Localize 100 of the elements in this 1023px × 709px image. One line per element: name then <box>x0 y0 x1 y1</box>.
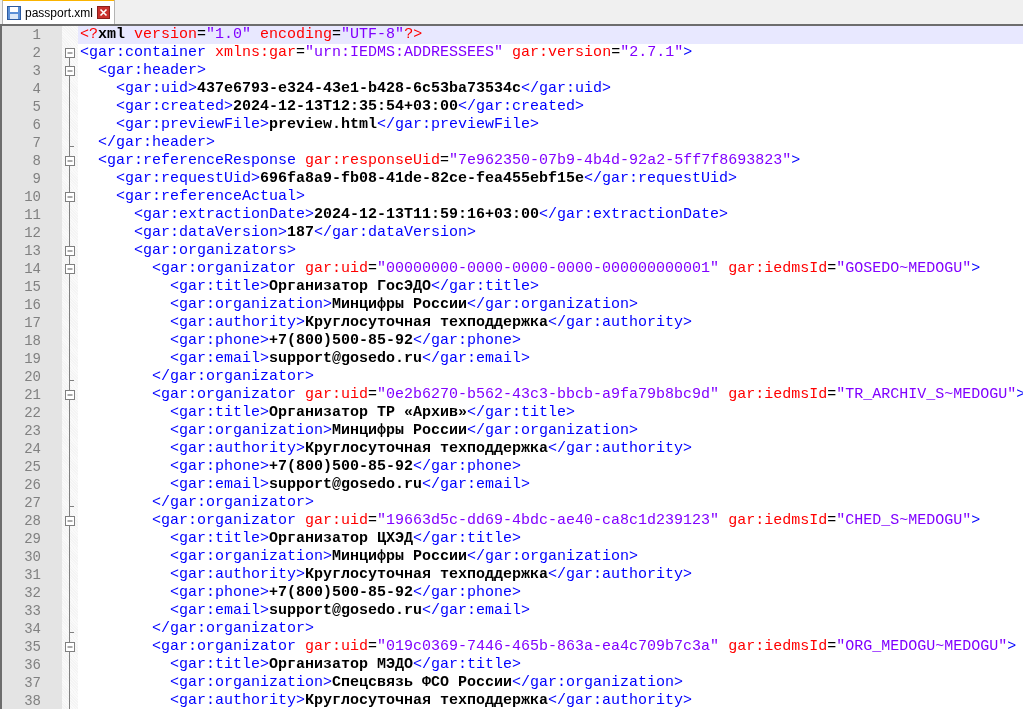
line-number: 3 <box>2 62 62 80</box>
code-line: <gar:referenceActual> <box>116 188 306 206</box>
line-number: 27 <box>2 494 62 512</box>
code-line: <gar:title>Организатор ЦХЭД</gar:title> <box>170 530 522 548</box>
line-number: 20 <box>2 368 62 386</box>
fold-margin <box>62 692 78 709</box>
line-number: 17 <box>2 314 62 332</box>
code-line: <gar:email>support@gosedo.ru</gar:email> <box>170 476 531 494</box>
fold-margin <box>62 224 78 242</box>
fold-margin <box>62 296 78 314</box>
code-line: <gar:email>support@gosedo.ru</gar:email> <box>170 602 531 620</box>
fold-margin <box>62 134 78 152</box>
collapse-icon[interactable] <box>65 390 75 400</box>
line-number: 7 <box>2 134 62 152</box>
code-line: <gar:header> <box>98 62 207 80</box>
fold-margin <box>62 368 78 386</box>
line-number: 37 <box>2 674 62 692</box>
collapse-icon[interactable] <box>65 264 75 274</box>
code-line: <gar:phone>+7(800)500-85-92</gar:phone> <box>170 458 522 476</box>
code-line: <gar:referenceResponse gar:responseUid="7e962350-07b9-4b4d-92a2-5ff7f8693823"> <box>98 152 801 170</box>
line-number: 14 <box>2 260 62 278</box>
fold-margin <box>62 440 78 458</box>
line-number: 8 <box>2 152 62 170</box>
line-number: 35 <box>2 638 62 656</box>
collapse-icon[interactable] <box>65 48 75 58</box>
line-number: 26 <box>2 476 62 494</box>
code-line: <gar:organizators> <box>134 242 297 260</box>
collapse-icon[interactable] <box>65 156 75 166</box>
fold-margin <box>62 494 78 512</box>
code-line: </gar:organizator> <box>152 494 315 512</box>
line-number: 15 <box>2 278 62 296</box>
line-number: 29 <box>2 530 62 548</box>
fold-margin <box>62 80 78 98</box>
code-line: <gar:created>2024-12-13T12:35:54+03:00</gar:created> <box>116 98 585 116</box>
line-number: 5 <box>2 98 62 116</box>
code-line: </gar:organizator> <box>152 368 315 386</box>
line-number: 38 <box>2 692 62 709</box>
code-line: <?xml version="1.0" encoding="UTF-8"?> <box>80 26 423 44</box>
code-line: <gar:title>Организатор МЭДО</gar:title> <box>170 656 522 674</box>
code-line: </gar:organizator> <box>152 620 315 638</box>
line-number: 31 <box>2 566 62 584</box>
code-line: <gar:phone>+7(800)500-85-92</gar:phone> <box>170 584 522 602</box>
fold-margin <box>62 332 78 350</box>
line-number: 13 <box>2 242 62 260</box>
file-tab[interactable]: passport.xml <box>2 0 116 24</box>
fold-margin <box>62 116 78 134</box>
code-line: <gar:organization>Минцифры России</gar:organization> <box>170 422 639 440</box>
code-line: <gar:organizator gar:uid="019c0369-7446-465b-863a-ea4c709b7c3a" gar:iedmsId="ORG_MEDOGU~MEDOGU"> <box>152 638 1017 656</box>
collapse-icon[interactable] <box>65 246 75 256</box>
fold-margin <box>62 314 78 332</box>
line-number: 36 <box>2 656 62 674</box>
code-line: <gar:uid>437e6793-e324-43e1-b428-6c53ba73534c</gar:uid> <box>116 80 612 98</box>
line-number: 11 <box>2 206 62 224</box>
code-line: <gar:requestUid>696fa8a9-fb08-41de-82ce-fea455ebf15e</gar:requestUid> <box>116 170 738 188</box>
fold-margin <box>62 458 78 476</box>
fold-margin <box>62 350 78 368</box>
close-icon[interactable] <box>97 6 111 19</box>
collapse-icon[interactable] <box>65 66 75 76</box>
line-number: 18 <box>2 332 62 350</box>
line-number: 19 <box>2 350 62 368</box>
line-number: 4 <box>2 80 62 98</box>
code-line: <gar:organization>Минцифры России</gar:organization> <box>170 296 639 314</box>
fold-margin <box>62 566 78 584</box>
fold-margin <box>62 422 78 440</box>
line-number: 6 <box>2 116 62 134</box>
code-line: <gar:container xmlns:gar="urn:IEDMS:ADDRESSEES" gar:version="2.7.1"> <box>80 44 693 62</box>
fold-margin <box>62 548 78 566</box>
line-number: 30 <box>2 548 62 566</box>
code-line: <gar:phone>+7(800)500-85-92</gar:phone> <box>170 332 522 350</box>
line-number: 16 <box>2 296 62 314</box>
fold-margin <box>62 476 78 494</box>
fold-margin <box>62 278 78 296</box>
line-number: 24 <box>2 440 62 458</box>
code-line: <gar:organization>Минцифры России</gar:organization> <box>170 548 639 566</box>
line-number: 12 <box>2 224 62 242</box>
code-line: <gar:organization>Спецсвязь ФСО России</gar:organization> <box>170 674 684 692</box>
code-line: </gar:header> <box>98 134 216 152</box>
code-line: <gar:previewFile>preview.html</gar:previewFile> <box>116 116 540 134</box>
code-line: <gar:authority>Круглосуточная техподдержка</gar:authority> <box>170 692 693 709</box>
code-line: <gar:organizator gar:uid="19663d5c-dd69-4bdc-ae40-ca8c1d239123" gar:iedmsId="CHED_S~MEDOGU"> <box>152 512 981 530</box>
line-number: 10 <box>2 188 62 206</box>
code-line: <gar:email>support@gosedo.ru</gar:email> <box>170 350 531 368</box>
line-number: 21 <box>2 386 62 404</box>
line-number: 23 <box>2 422 62 440</box>
collapse-icon[interactable] <box>65 642 75 652</box>
code-line: <gar:authority>Круглосуточная техподдержка</gar:authority> <box>170 440 693 458</box>
fold-margin <box>62 26 78 44</box>
line-number: 22 <box>2 404 62 422</box>
line-number: 34 <box>2 620 62 638</box>
line-number: 2 <box>2 44 62 62</box>
fold-margin <box>62 674 78 692</box>
code-line: <gar:title>Организатор ТР «Архив»</gar:title> <box>170 404 576 422</box>
collapse-icon[interactable] <box>65 516 75 526</box>
fold-margin <box>62 584 78 602</box>
code-line: <gar:dataVersion>187</gar:dataVersion> <box>134 224 477 242</box>
code-line: <gar:authority>Круглосуточная техподдержка</gar:authority> <box>170 566 693 584</box>
collapse-icon[interactable] <box>65 192 75 202</box>
line-number: 9 <box>2 170 62 188</box>
code-line: <gar:organizator gar:uid="00000000-0000-0000-0000-000000000001" gar:iedmsId="GOSEDO~MEDOGU"> <box>152 260 981 278</box>
line-number: 28 <box>2 512 62 530</box>
